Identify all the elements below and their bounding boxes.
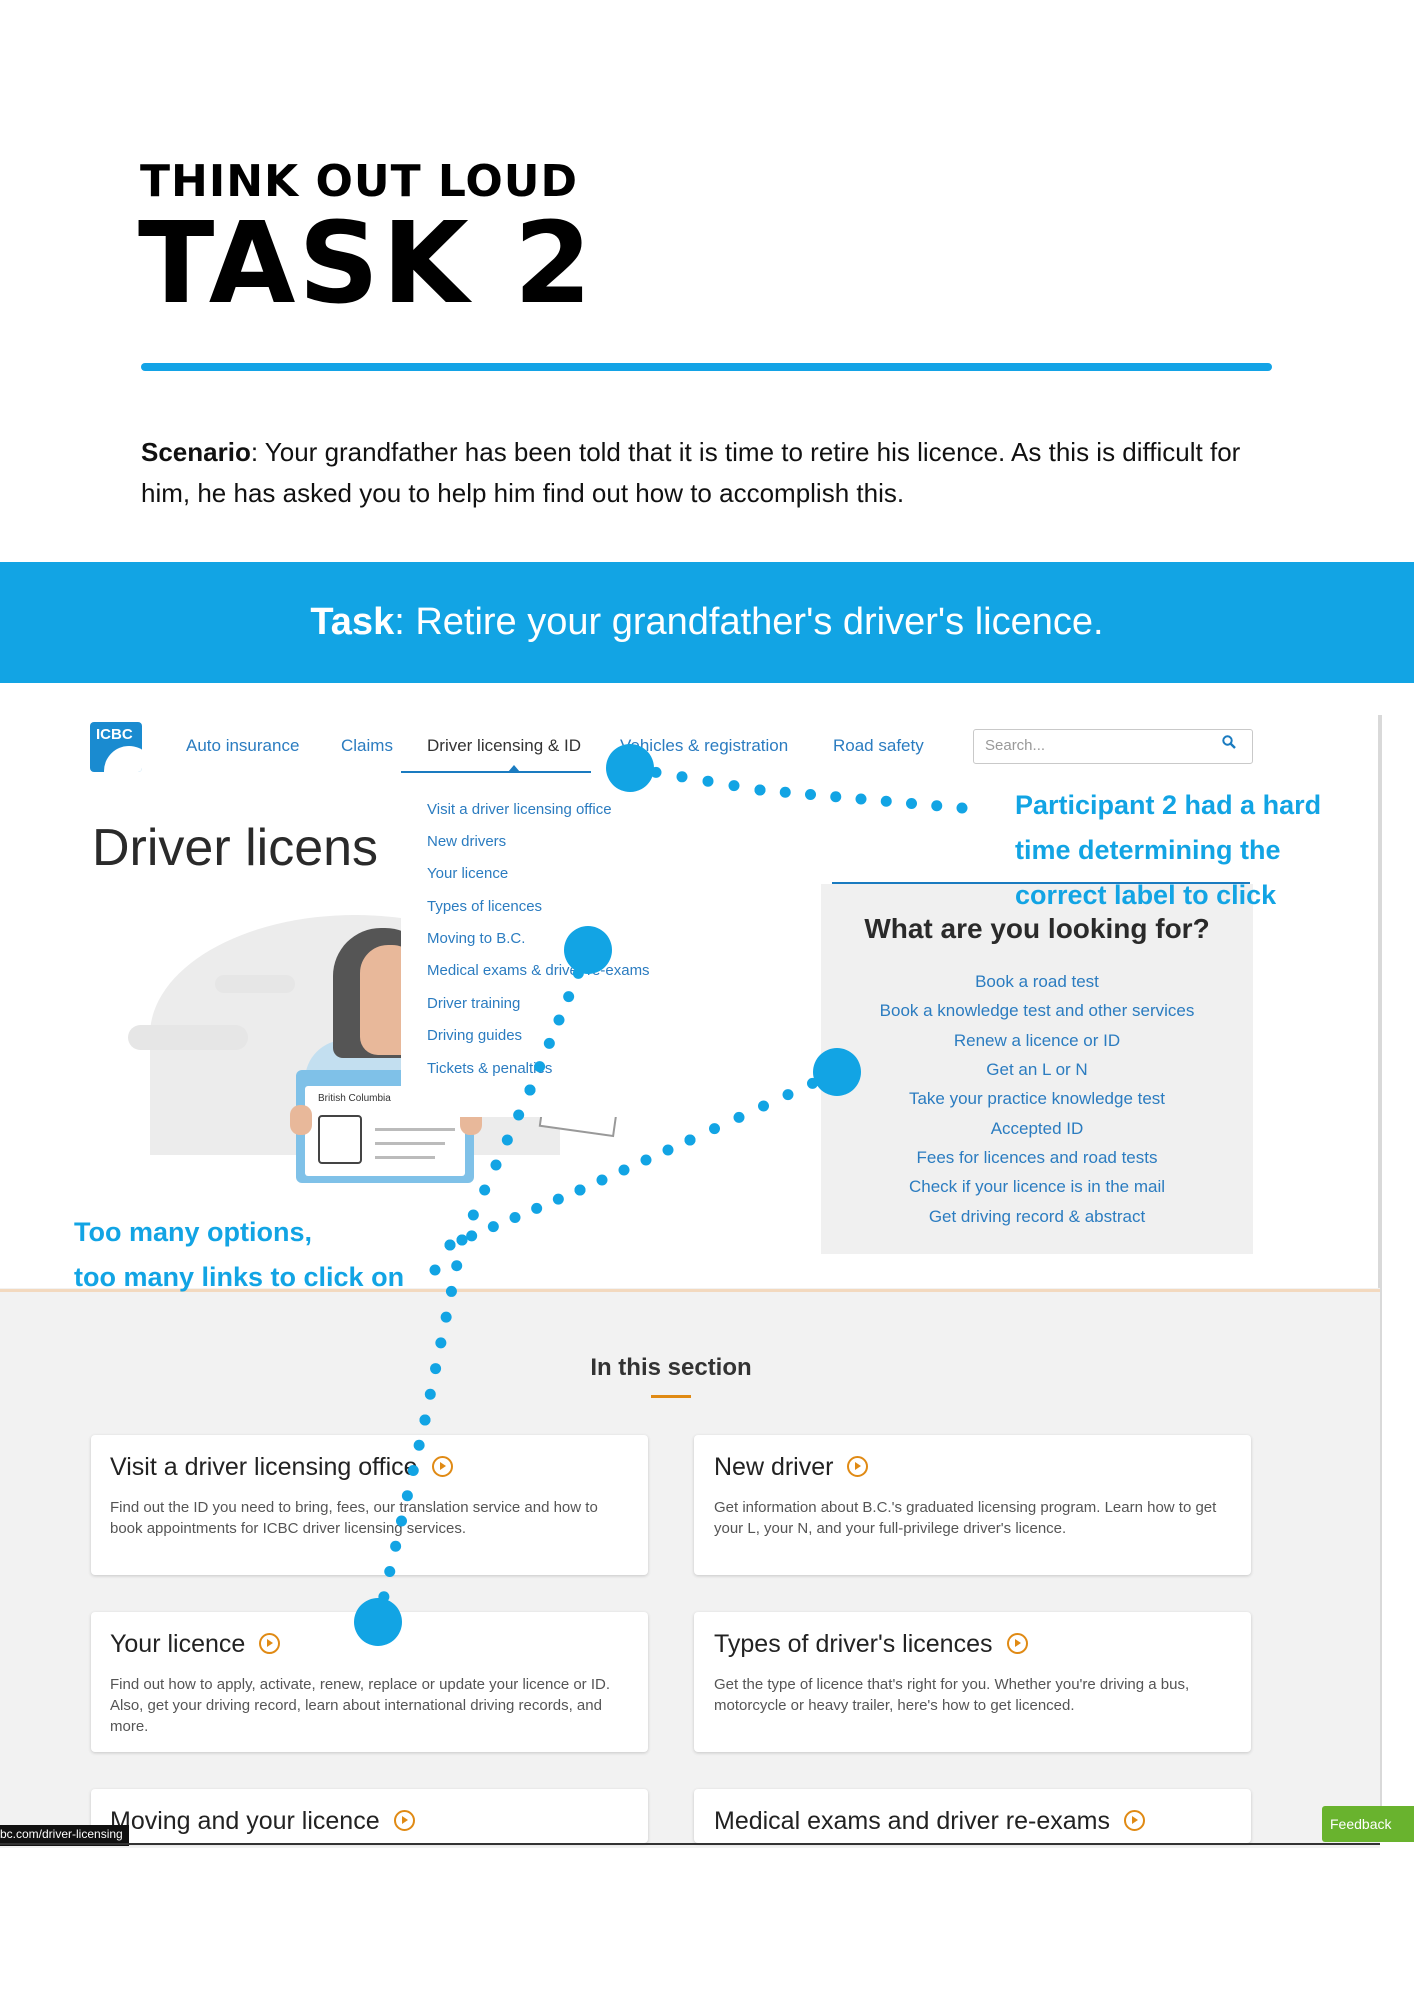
scenario-label: Scenario [141,437,251,467]
search-icon[interactable] [1222,735,1236,749]
id-photo-icon [318,1115,362,1164]
nav-active-underline [401,771,591,773]
cloud-icon [215,975,295,993]
card-description: Find out the ID you need to bring, fees,… [110,1499,598,1537]
dropdown-item[interactable]: New drivers [427,833,506,850]
arrow-circle-icon [1123,1809,1145,1831]
card-visit-office[interactable]: Visit a driver licensing office Find out… [91,1435,648,1575]
kicker-heading: THINK OUT LOUD [140,156,579,207]
section-title-underline [651,1395,691,1398]
feedback-button[interactable]: Feedback [1322,1806,1414,1842]
logo-text: ICBC [96,726,133,743]
quick-link[interactable]: Get an L or N [821,1060,1253,1080]
task-banner: Task: Retire your grandfather's driver's… [0,562,1414,683]
card-description: Get the type of licence that's right for… [714,1676,1190,1714]
nav-auto-insurance[interactable]: Auto insurance [186,736,299,756]
annotation-options-note: Too many options, too many links to clic… [74,1217,405,1292]
task-label: Task [310,601,395,643]
task-body: : Retire your grandfather's driver's lic… [394,601,1104,643]
card-title: New driver [714,1453,869,1482]
quick-link[interactable]: Fees for licences and road tests [821,1148,1253,1168]
arrow-circle-icon [393,1809,415,1831]
card-title: Visit a driver licensing office [110,1453,453,1482]
divider [141,363,1272,371]
scenario-text: Scenario: Your grandfather has been told… [141,432,1281,514]
search-placeholder: Search... [985,737,1046,754]
quick-link[interactable]: Accepted ID [821,1119,1253,1139]
annotation-participant-note: Participant 2 had a hard time determinin… [1015,790,1322,910]
nav-driver-licensing[interactable]: Driver licensing & ID [427,736,581,756]
dropdown-item[interactable]: Moving to B.C. [427,930,525,947]
screenshot-border [0,1843,1380,1845]
cloud-icon [128,1025,248,1050]
dropdown-item[interactable]: Driving guides [427,1027,522,1044]
quick-link[interactable]: Get driving record & abstract [821,1207,1253,1227]
nav-caret-icon [508,765,520,772]
id-card-label: British Columbia [318,1093,391,1104]
section-title: In this section [590,1354,752,1381]
dropdown-item[interactable]: Tickets & penalties [427,1060,552,1077]
dropdown-item[interactable]: Visit a driver licensing office [427,801,612,818]
card-title: Medical exams and driver re-exams [714,1807,1145,1836]
card-title: Moving and your licence [110,1807,415,1836]
card-description: Find out how to apply, activate, renew, … [110,1676,610,1735]
card-title: Your licence [110,1630,281,1659]
card-description: Get information about B.C.'s graduated l… [714,1499,1217,1537]
dropdown-item[interactable]: Your licence [427,865,508,882]
card-your-licence[interactable]: Your licence Find out how to apply, acti… [91,1612,648,1752]
nav-vehicles-registration[interactable]: Vehicles & registration [620,736,788,756]
arrow-circle-icon [259,1632,281,1654]
card-moving[interactable]: Moving and your licence [91,1789,648,1843]
nav-claims[interactable]: Claims [341,736,393,756]
dropdown-item[interactable]: Medical exams & driver re-exams [427,962,650,979]
card-medical-exams[interactable]: Medical exams and driver re-exams [694,1789,1251,1843]
site-page-title: Driver licens [92,819,379,877]
dropdown-item[interactable]: Driver training [427,995,520,1012]
quick-link[interactable]: Check if your licence is in the mail [821,1177,1253,1197]
icbc-logo[interactable]: ICBC [90,722,142,772]
quick-link[interactable]: Take your practice knowledge test [821,1089,1253,1109]
arrow-circle-icon [431,1455,453,1477]
arrow-circle-icon [1006,1632,1028,1654]
card-new-driver[interactable]: New driver Get information about B.C.'s … [694,1435,1251,1575]
page-title: TASK 2 [138,199,595,329]
quick-link[interactable]: Book a knowledge test and other services [821,1001,1253,1021]
quick-link[interactable]: Renew a licence or ID [821,1031,1253,1051]
quick-link[interactable]: Book a road test [821,972,1253,992]
card-types-of-licences[interactable]: Types of driver's licences Get the type … [694,1612,1251,1752]
card-title: Types of driver's licences [714,1630,1028,1659]
scenario-body: : Your grandfather has been told that it… [141,437,1241,508]
dropdown-item[interactable]: Types of licences [427,898,542,915]
arrow-circle-icon [847,1455,869,1477]
nav-road-safety[interactable]: Road safety [833,736,924,756]
